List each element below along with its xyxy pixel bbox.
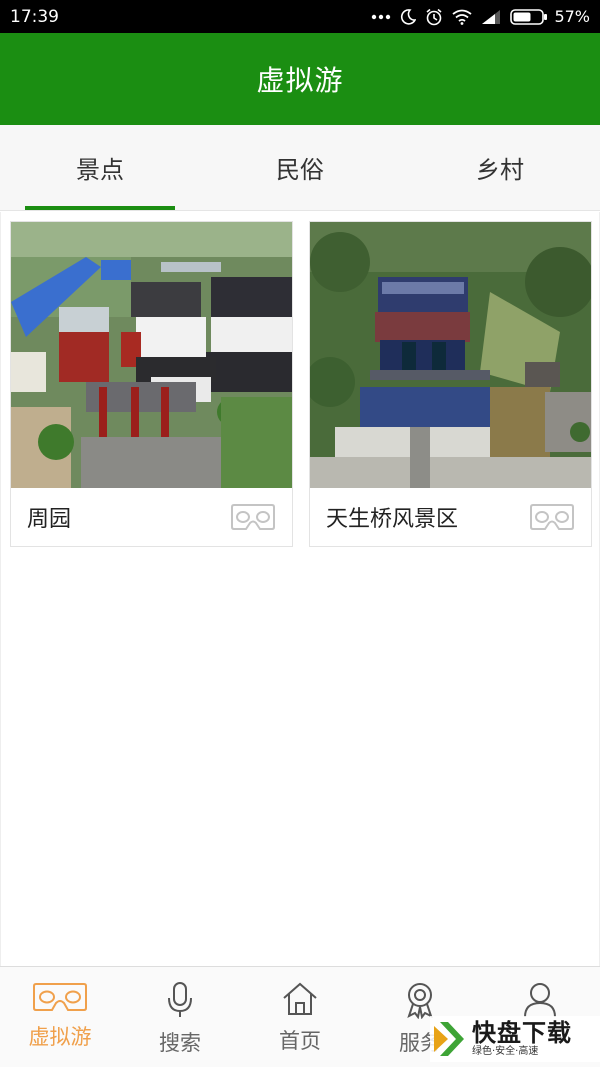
nav-label: 搜索 bbox=[159, 1031, 201, 1055]
microphone-icon bbox=[168, 982, 192, 1017]
battery-icon bbox=[510, 8, 548, 25]
tab-countryside[interactable]: 乡村 bbox=[400, 125, 600, 210]
page-title: 虚拟游 bbox=[256, 64, 344, 97]
signal-icon bbox=[481, 9, 501, 25]
content-area: 周园 天生桥风景区 bbox=[0, 212, 600, 966]
card-footer: 天生桥风景区 bbox=[310, 488, 591, 546]
status-icons: 57% bbox=[371, 7, 590, 26]
more-dots-icon bbox=[371, 14, 391, 20]
award-icon bbox=[407, 983, 433, 1019]
status-bar: 17:39 57% bbox=[0, 0, 600, 33]
nav-home[interactable]: 首页 bbox=[240, 967, 360, 1067]
scenic-card[interactable]: 周园 bbox=[10, 221, 293, 547]
watermark-text: 快盘下载 绿色·安全·高速 bbox=[472, 1020, 572, 1058]
nav-search[interactable]: 搜索 bbox=[120, 967, 240, 1067]
vr-glasses-icon[interactable] bbox=[529, 502, 575, 532]
watermark-title: 快盘下载 bbox=[472, 1019, 572, 1047]
battery-percent: 57% bbox=[554, 7, 590, 26]
card-photo-tianshengqiao bbox=[310, 222, 591, 488]
watermark-slogan: 绿色·安全·高速 bbox=[472, 1046, 539, 1057]
vr-glasses-icon bbox=[33, 983, 87, 1011]
title-bar: 虚拟游 bbox=[0, 33, 600, 125]
wifi-icon bbox=[452, 9, 472, 25]
alarm-icon bbox=[425, 8, 443, 26]
tab-folk-customs[interactable]: 民俗 bbox=[200, 125, 400, 210]
card-title: 天生桥风景区 bbox=[326, 507, 459, 532]
card-footer: 周园 bbox=[11, 488, 292, 546]
card-title: 周园 bbox=[27, 507, 72, 532]
nav-label: 虚拟游 bbox=[28, 1025, 92, 1049]
tab-scenic-spots[interactable]: 景点 bbox=[0, 125, 200, 210]
battery: 57% bbox=[510, 7, 590, 26]
vr-glasses-icon[interactable] bbox=[230, 502, 276, 532]
category-tabs: 景点 民俗 乡村 bbox=[0, 125, 600, 211]
nav-virtual-tour[interactable]: 虚拟游 bbox=[0, 967, 120, 1067]
home-icon bbox=[283, 982, 317, 1015]
user-icon bbox=[524, 983, 556, 1018]
moon-icon bbox=[400, 8, 417, 25]
watermark-logo: 快盘下载 绿色·安全·高速 bbox=[430, 1016, 600, 1062]
scenic-card[interactable]: 天生桥风景区 bbox=[309, 221, 592, 547]
card-photo-zhouyuan bbox=[11, 222, 292, 488]
watermark-icon bbox=[434, 1022, 464, 1056]
nav-label: 首页 bbox=[279, 1029, 321, 1053]
status-time: 17:39 bbox=[10, 6, 59, 27]
